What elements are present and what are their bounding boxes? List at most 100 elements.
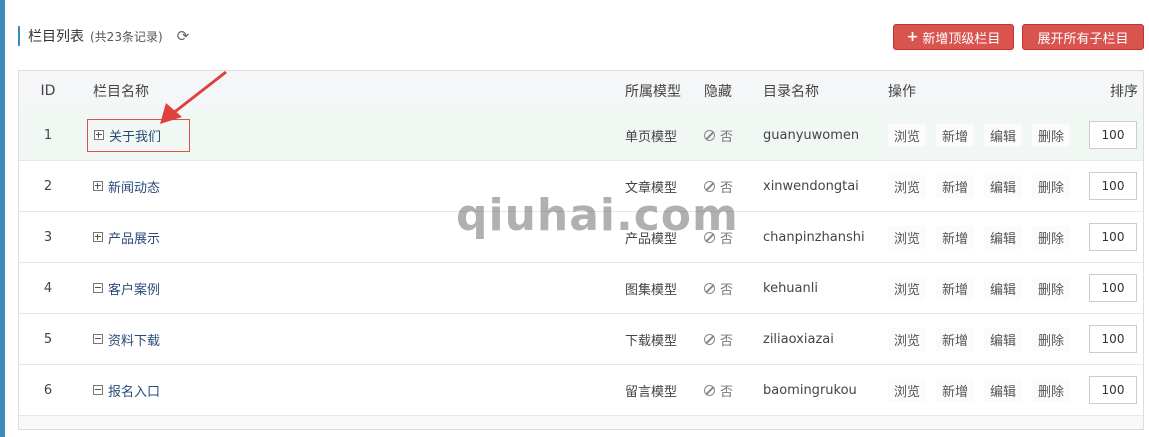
row-name-wrap: 报名入口 [93, 381, 160, 400]
row-dir: xinwendongtai [763, 178, 859, 194]
table-row: 1 关于我们 单页模型 否 guanyuwomen 浏览 新增 编辑 删除 [19, 110, 1143, 161]
sort-order-input[interactable] [1089, 172, 1137, 200]
browse-button[interactable]: 浏览 [888, 225, 927, 249]
row-hidden: 否 [704, 110, 733, 160]
row-ops: 浏览 新增 编辑 删除 [888, 161, 1080, 211]
row-sort [1088, 110, 1138, 160]
delete-button[interactable]: 删除 [1032, 276, 1071, 300]
row-name-cell: 客户案例 [93, 263, 160, 313]
row-model: 文章模型 [625, 180, 678, 196]
edit-button[interactable]: 编辑 [984, 123, 1023, 147]
row-ops: 浏览 新增 编辑 删除 [888, 110, 1080, 160]
add-top-category-label: 新增顶级栏目 [922, 31, 1001, 47]
column-header-dir: 目录名称 [763, 83, 819, 100]
add-sub-button[interactable]: 新增 [936, 174, 975, 198]
row-name-cell: 资料下载 [93, 314, 160, 364]
browse-button[interactable]: 浏览 [888, 174, 927, 198]
row-ops: 浏览 新增 编辑 删除 [888, 263, 1080, 313]
row-dir: ziliaoxiazai [763, 331, 834, 347]
row-dir: baomingrukou [763, 382, 857, 398]
row-hidden: 否 [704, 161, 733, 211]
add-sub-button[interactable]: 新增 [936, 225, 975, 249]
row-ops: 浏览 新增 编辑 删除 [888, 314, 1080, 364]
table-row: 2 新闻动态 文章模型 否 xinwendongtai 浏览 新增 编辑 删除 [19, 161, 1143, 212]
category-name-link[interactable]: 关于我们 [109, 126, 161, 145]
add-top-category-button[interactable]: + 新增顶级栏目 [893, 24, 1014, 50]
column-header-hidden: 隐藏 [704, 83, 732, 100]
category-name-link[interactable]: 产品展示 [108, 228, 160, 247]
edit-button[interactable]: 编辑 [984, 327, 1023, 351]
tree-expand-icon[interactable] [94, 130, 104, 140]
category-table: ID 栏目名称 所属模型 隐藏 目录名称 操作 排序 1 关于我们 单页模型否 gua… [18, 70, 1144, 430]
ban-icon [704, 282, 715, 294]
sort-order-input[interactable] [1089, 325, 1137, 353]
row-name-wrap: 产品展示 [93, 228, 160, 247]
ban-icon [704, 333, 715, 345]
column-header-id: ID [40, 82, 56, 99]
row-name-cell: 产品展示 [93, 212, 160, 262]
row-hidden-value: 否 [720, 231, 734, 247]
row-id: 6 [43, 382, 53, 398]
row-model: 下载模型 [625, 333, 678, 349]
table-header: ID 栏目名称 所属模型 隐藏 目录名称 操作 排序 [19, 71, 1143, 111]
delete-button[interactable]: 删除 [1032, 174, 1071, 198]
category-name-link[interactable]: 客户案例 [108, 279, 160, 298]
row-model: 产品模型 [625, 231, 678, 247]
row-hidden: 否 [704, 263, 733, 313]
delete-button[interactable]: 删除 [1032, 378, 1071, 402]
table-row: 4 客户案例 图集模型 否 kehuanli 浏览 新增 编辑 删除 [19, 263, 1143, 314]
row-id: 4 [43, 280, 53, 296]
delete-button[interactable]: 删除 [1032, 123, 1071, 147]
edit-button[interactable]: 编辑 [984, 276, 1023, 300]
edit-button[interactable]: 编辑 [984, 225, 1023, 249]
expand-all-label: 展开所有子栏目 [1037, 31, 1129, 47]
row-hidden: 否 [704, 314, 733, 364]
add-sub-button[interactable]: 新增 [936, 123, 975, 147]
row-sort [1088, 314, 1138, 364]
ban-icon [704, 231, 715, 243]
row-model: 图集模型 [625, 282, 678, 298]
sort-order-input[interactable] [1089, 274, 1137, 302]
browse-button[interactable]: 浏览 [888, 378, 927, 402]
column-header-ops: 操作 [888, 83, 916, 100]
column-header-name: 栏目名称 [93, 83, 149, 100]
ban-icon [704, 129, 715, 141]
row-name-cell: 新闻动态 [93, 161, 160, 211]
category-name-link[interactable]: 资料下载 [108, 330, 160, 349]
browse-button[interactable]: 浏览 [888, 123, 927, 147]
row-name-cell: 关于我们 [87, 110, 191, 160]
row-sort [1088, 212, 1138, 262]
page-title: 栏目列表 [28, 29, 84, 45]
left-accent-bar [0, 0, 5, 437]
browse-button[interactable]: 浏览 [888, 327, 927, 351]
row-ops: 浏览 新增 编辑 删除 [888, 365, 1080, 415]
expand-all-button[interactable]: 展开所有子栏目 [1022, 24, 1144, 50]
row-id: 2 [43, 178, 53, 194]
browse-button[interactable]: 浏览 [888, 276, 927, 300]
edit-button[interactable]: 编辑 [984, 378, 1023, 402]
category-name-link[interactable]: 报名入口 [108, 381, 160, 400]
tree-expand-icon[interactable] [93, 181, 103, 191]
sort-order-input[interactable] [1089, 223, 1137, 251]
refresh-icon[interactable]: ⟳ [177, 28, 190, 44]
delete-button[interactable]: 删除 [1032, 225, 1071, 249]
add-sub-button[interactable]: 新增 [936, 378, 975, 402]
row-hidden: 否 [704, 212, 733, 262]
sort-order-input[interactable] [1089, 121, 1137, 149]
table-row: 5 资料下载 下载模型 否 ziliaoxiazai 浏览 新增 编辑 删除 [19, 314, 1143, 365]
tree-collapse-icon[interactable] [93, 334, 103, 344]
tree-collapse-icon[interactable] [93, 283, 103, 293]
delete-button[interactable]: 删除 [1032, 327, 1071, 351]
plus-icon: + [906, 29, 919, 45]
sort-order-input[interactable] [1089, 376, 1137, 404]
row-name-wrap: 资料下载 [93, 330, 160, 349]
row-sort [1088, 263, 1138, 313]
tree-expand-icon[interactable] [93, 232, 103, 242]
add-sub-button[interactable]: 新增 [936, 327, 975, 351]
category-name-link[interactable]: 新闻动态 [108, 177, 160, 196]
edit-button[interactable]: 编辑 [984, 174, 1023, 198]
tree-collapse-icon[interactable] [93, 385, 103, 395]
row-hidden-value: 否 [720, 384, 734, 400]
add-sub-button[interactable]: 新增 [936, 276, 975, 300]
row-dir: guanyuwomen [763, 127, 860, 143]
